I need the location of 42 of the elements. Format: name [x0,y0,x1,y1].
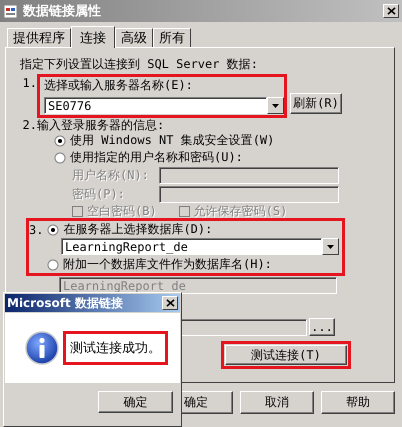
server-combo-field[interactable]: SE0776 [44,97,267,114]
test-connection-button[interactable]: 测试连接(T) [225,345,347,365]
checkbox-label: 允许保存密码(S) [194,202,288,220]
database-combo-field[interactable]: LearningReport_de [61,238,322,255]
caret-icon [327,244,334,248]
radio-label: 在服务器上选择数据库(D): [63,221,212,238]
dropdown-button[interactable] [322,238,339,255]
message-text: 测试连接成功。 [63,331,168,365]
dropdown-button[interactable] [267,97,284,114]
dialog-title: Microsoft 数据链接 [7,294,124,312]
checkbox-label: 空白密码(B) [87,202,157,220]
caret-icon [272,104,279,108]
field-label: 用户名称(N): [72,167,150,184]
radio-label: 附加一个数据库文件作为数据库名(H): [63,256,272,273]
ok-button[interactable]: 确定 [98,391,173,413]
radio-label: 使用 Windows NT 集成安全设置(W) [70,132,274,149]
close-button[interactable] [162,296,178,310]
field-label: 输入登录服务器的信息: [37,116,164,134]
radio-button[interactable] [47,258,59,270]
tab[interactable]: 连接 [71,26,115,48]
step-number: 3. [29,222,44,236]
radio-label: 使用指定的用户名称和密码(U): [70,149,243,166]
close-icon [386,7,396,15]
dialog-button[interactable]: 取消 [240,391,314,414]
dialog-button[interactable]: 帮助 [321,391,395,414]
field-label: 密码(P): [72,186,126,203]
info-icon [25,331,59,365]
close-icon [166,299,174,307]
step-number: 2. [22,118,37,132]
password-field[interactable] [159,186,339,203]
field-label: 选择或输入服务器名称(E): [44,77,194,94]
close-button[interactable] [383,4,399,18]
tab[interactable]: 所有 [153,28,191,47]
instruction-text: 指定下列设置以连接到 SQL Server 数据: [20,56,259,72]
refresh-button[interactable]: 刷新(R) [290,93,342,114]
tab[interactable]: 高级 [115,28,153,47]
radio-button[interactable] [47,224,60,236]
step-number: 1. [22,76,37,90]
window-icon [3,3,19,19]
window-title: 数据链接属性 [23,2,102,20]
tab[interactable]: 提供程序 [7,28,71,47]
browse-button[interactable]: ... [309,318,335,336]
